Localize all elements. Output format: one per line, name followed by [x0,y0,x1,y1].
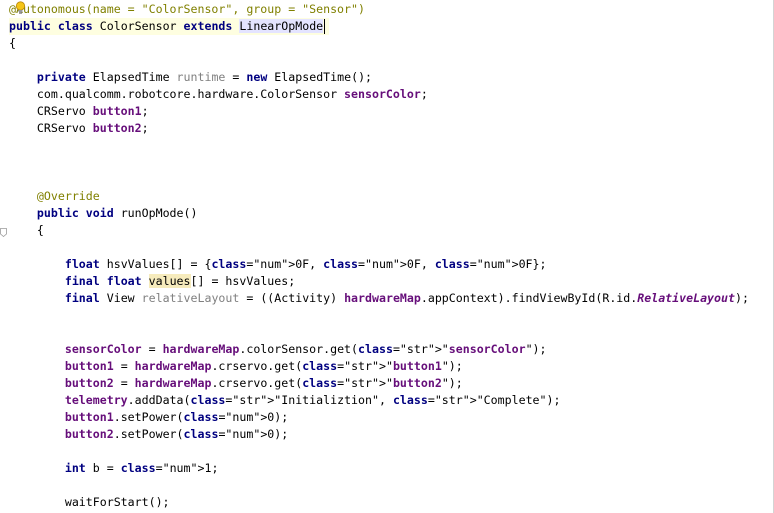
button2-assignment: button2 = hardwareMap.crservo.get(class=… [64,376,463,390]
code-line-12[interactable]: @Override [9,188,100,205]
button1-set-power: button1.setPower(class="num">0); [64,410,289,424]
code-line-21[interactable]: sensorColor = hardwareMap.colorSensor.ge… [9,341,547,358]
code-line-30[interactable]: waitForStart(); [9,494,170,511]
code-line-13[interactable]: public void runOpMode() [9,205,198,222]
class-declaration: public class ColorSensor extends LinearO… [9,19,324,33]
code-line-5[interactable]: private ElapsedTime runtime = new Elapse… [9,69,372,86]
code-line-24[interactable]: telemetry.addData(class="str">"Initializ… [9,392,561,409]
wait-for-start-call: waitForStart(); [9,495,170,509]
code-line-16[interactable]: float hsvValues[] = {class="num">0F, cla… [9,256,547,273]
button1-assignment: button1 = hardwareMap.crservo.get(class=… [64,359,463,373]
code-line-17[interactable]: final float values[] = hsvValues; [9,273,295,290]
code-editor[interactable]: @Autonomous(name = "ColorSensor", group … [0,0,774,513]
code-line-1[interactable]: @Autonomous(name = "ColorSensor", group … [9,1,365,18]
int-b-declaration: int b = class="num">1; [64,461,219,475]
annotation-autonomous: @Autonomous(name = "ColorSensor", group … [9,2,365,16]
code-line-22[interactable]: button1 = hardwareMap.crservo.get(class=… [9,358,463,375]
sensor-color-field-declaration: com.qualcomm.robotcore.hardware.ColorSen… [9,87,428,101]
code-line-6[interactable]: com.qualcomm.robotcore.hardware.ColorSen… [9,86,428,103]
code-line-25[interactable]: button1.setPower(class="num">0); [9,409,288,426]
method-open-brace: { [9,223,44,237]
code-line-26[interactable]: button2.setPower(class="num">0); [9,426,288,443]
button1-field-declaration: CRServo button1; [9,104,149,118]
values-declaration: final float values[] = hsvValues; [64,274,296,288]
open-brace: { [9,36,16,50]
code-line-8[interactable]: CRServo button2; [9,120,149,137]
sensor-color-assignment: sensorColor = hardwareMap.colorSensor.ge… [64,342,547,356]
button2-set-power: button2.setPower(class="num">0); [64,427,289,441]
fold-marker-icon[interactable] [0,228,7,237]
telemetry-add-data: telemetry.addData(class="str">"Initializ… [64,393,561,407]
code-line-28[interactable]: int b = class="num">1; [9,460,219,477]
code-line-23[interactable]: button2 = hardwareMap.crservo.get(class=… [9,375,463,392]
lightbulb-icon[interactable] [15,1,26,15]
code-line-14[interactable]: { [9,222,44,239]
hsv-values-declaration: float hsvValues[] = {class="num">0F, cla… [64,257,547,271]
code-line-7[interactable]: CRServo button1; [9,103,149,120]
code-line-18[interactable]: final View relativeLayout = ((Activity) … [9,290,749,307]
code-line-3[interactable]: { [9,35,16,52]
button2-field-declaration: CRServo button2; [9,121,149,135]
override-annotation: @Override [9,189,100,203]
text-caret [324,19,325,34]
code-line-2[interactable]: public class ColorSensor extends LinearO… [9,18,329,35]
run-op-mode-declaration: public void runOpMode() [36,206,198,220]
runtime-field-declaration: private ElapsedTime runtime = new Elapse… [36,70,373,84]
relative-layout-declaration: final View relativeLayout = ((Activity) … [64,291,749,305]
